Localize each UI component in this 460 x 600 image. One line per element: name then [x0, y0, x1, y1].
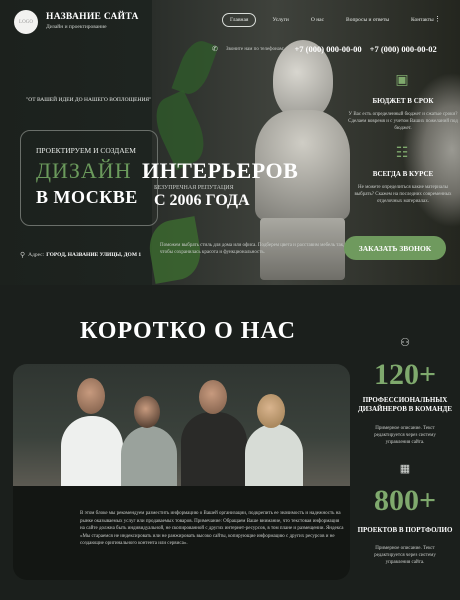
nav-services[interactable]: Услуги	[272, 14, 288, 26]
feature-text: Не можете определиться какие материалы в…	[354, 185, 452, 204]
address: ⚲ Адрес: ГОРОД, НАЗВАНИЕ УЛИЦЫ, ДОМ 1	[20, 251, 141, 259]
portfolio-icon: ▦	[399, 463, 411, 475]
about-title: КОРОТКО О НАС	[80, 318, 296, 344]
map-pin-icon: ⚲	[20, 251, 26, 259]
stat-text: Примерное описание. Текст редактируется …	[374, 426, 436, 445]
team-icon: ⚇	[400, 337, 410, 349]
feature-text: У Вас есть определенный бюджет и сжатые …	[348, 112, 458, 131]
nav-about[interactable]: О нас	[311, 14, 324, 26]
wallet-icon: ▣	[395, 73, 409, 88]
stat-text: Примерное описание. Текст редактируется …	[374, 546, 436, 565]
address-value: ГОРОД, НАЗВАНИЕ УЛИЦЫ, ДОМ 1	[46, 252, 142, 258]
stat-number: 120+	[373, 358, 437, 391]
document-icon: ☷	[395, 146, 409, 161]
about-text: В этом блоке мы рекомендуем разместить и…	[80, 511, 344, 546]
hero-pre-title: ПРОЕКТИРУЕМ И СОЗДАЕМ	[36, 146, 136, 155]
stat-label: ПРОФЕССИОНАЛЬНЫХ ДИЗАЙНЕРОВ В КОМАНДЕ	[357, 396, 453, 413]
phone-link-1[interactable]: +7 (000) 000-00-00	[294, 44, 361, 54]
callbar: ✆ Звоните нам по телефонам: +7 (000) 000…	[212, 44, 445, 54]
phone-link-2[interactable]: +7 (000) 000-00-02	[370, 44, 437, 54]
hero-since: С 2006 ГОДА	[154, 192, 250, 209]
call-text: Звоните нам по телефонам:	[226, 46, 285, 52]
hero-description: Поможем выбрать стиль для дома или офиса…	[160, 243, 345, 255]
phone-icon: ✆	[212, 45, 218, 53]
hero-reputation: БЕЗУПРЕЧНАЯ РЕПУТАЦИЯ	[154, 185, 234, 191]
hero-title-green: ДИЗАЙН	[36, 158, 132, 183]
stat-number: 800+	[373, 484, 437, 517]
feature-title: БЮДЖЕТ В СРОК	[372, 97, 434, 105]
hero-quote: "ОТ ВАШЕЙ ИДЕИ ДО НАШЕГО ВОПЛОЩЕНИЯ"	[26, 97, 152, 103]
logo[interactable]: LOGO	[14, 10, 38, 34]
nav-home[interactable]: Главная	[222, 13, 257, 27]
site-name[interactable]: НАЗВАНИЕ САЙТА	[46, 12, 139, 22]
nav-faq[interactable]: Вопросы и ответы	[346, 14, 389, 26]
stat-label: ПРОЕКТОВ В ПОРТФОЛИО	[357, 526, 453, 534]
hero-title-line2: В МОСКВЕ	[36, 187, 138, 207]
nav-contacts[interactable]: Контакты	[411, 14, 434, 26]
hero-title-white: ИНТЕРЬЕРОВ	[142, 158, 299, 183]
order-call-button[interactable]: ЗАКАЗАТЬ ЗВОНОК	[344, 236, 446, 260]
team-photo	[13, 364, 350, 486]
address-label: Адрес:	[28, 252, 45, 258]
feature-title: ВСЕГДА В КУРСЕ	[372, 170, 434, 178]
more-icon[interactable]: ⋮	[434, 15, 441, 23]
main-nav: Главная Услуги О нас Вопросы и ответы Ко…	[222, 13, 456, 27]
site-subtitle: Дизайн и проектирование	[46, 24, 107, 30]
